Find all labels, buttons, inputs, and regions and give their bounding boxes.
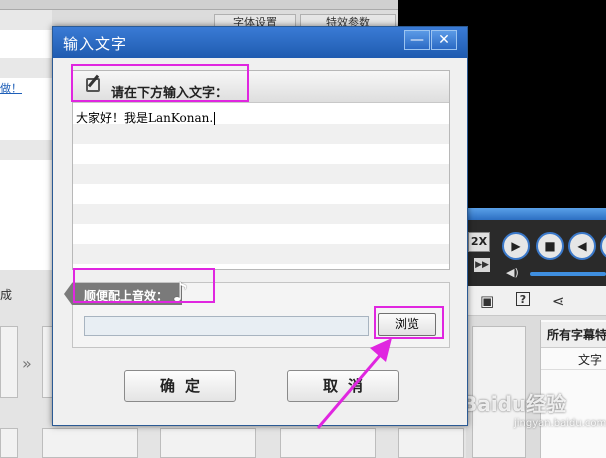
background-panel	[0, 0, 52, 270]
background-row	[0, 10, 52, 30]
chevron-right-icon[interactable]: »	[22, 354, 32, 373]
minimize-button[interactable]: —	[404, 30, 430, 50]
text-line[interactable]	[73, 224, 449, 244]
prev-icon[interactable]: ◀	[568, 232, 596, 260]
close-button[interactable]: ✕	[431, 30, 457, 50]
speed-2x-button[interactable]: 2X	[468, 232, 490, 252]
dialog-title: 输入文字	[63, 35, 128, 53]
background-topbar	[0, 0, 398, 10]
effect-thumbnail[interactable]	[0, 326, 18, 398]
share-icon[interactable]: ⋖	[552, 292, 565, 310]
play-icon[interactable]: ▶	[502, 232, 530, 260]
effect-thumbnail[interactable]	[160, 428, 256, 458]
text-line[interactable]	[73, 204, 449, 224]
effect-thumbnail[interactable]	[42, 428, 138, 458]
annotation-arrow-icon	[316, 338, 392, 429]
subtitle-panel-header: 所有字幕特	[541, 322, 606, 348]
background-row	[0, 58, 52, 78]
help-icon[interactable]: ?	[516, 292, 530, 306]
watermark-subtext: jingyan.baidu.com	[514, 418, 606, 429]
subtitle-panel-subheader: 文字	[541, 348, 606, 370]
effect-thumbnail[interactable]	[0, 428, 18, 458]
volume-icon[interactable]: ◀)	[506, 266, 519, 279]
highlight-box-sound-label	[73, 268, 215, 303]
stop-icon[interactable]: ■	[536, 232, 564, 260]
player-progress-bar[interactable]	[466, 208, 606, 220]
background-label: 成	[0, 288, 13, 302]
watermark: Baidu经验	[462, 392, 567, 416]
volume-slider[interactable]	[530, 272, 606, 276]
text-line[interactable]	[73, 184, 449, 204]
background-link[interactable]: 做！	[0, 80, 22, 96]
text-input-value: 大家好！我是LanKonan.	[76, 111, 214, 125]
fast-forward-icon[interactable]: ▶▶	[474, 258, 490, 272]
ok-button[interactable]: 确定	[124, 370, 236, 402]
save-icon[interactable]: ▣	[480, 292, 494, 310]
text-line[interactable]	[73, 164, 449, 184]
background-row	[0, 140, 52, 160]
highlight-box-input-header	[71, 64, 249, 102]
text-input-field[interactable]: 大家好！我是LanKonan.	[76, 109, 216, 126]
sound-effect-tag-wedge	[64, 283, 72, 305]
text-line[interactable]	[73, 244, 449, 264]
text-caret	[214, 112, 216, 125]
text-line[interactable]	[73, 144, 449, 164]
text-line[interactable]	[73, 124, 449, 144]
